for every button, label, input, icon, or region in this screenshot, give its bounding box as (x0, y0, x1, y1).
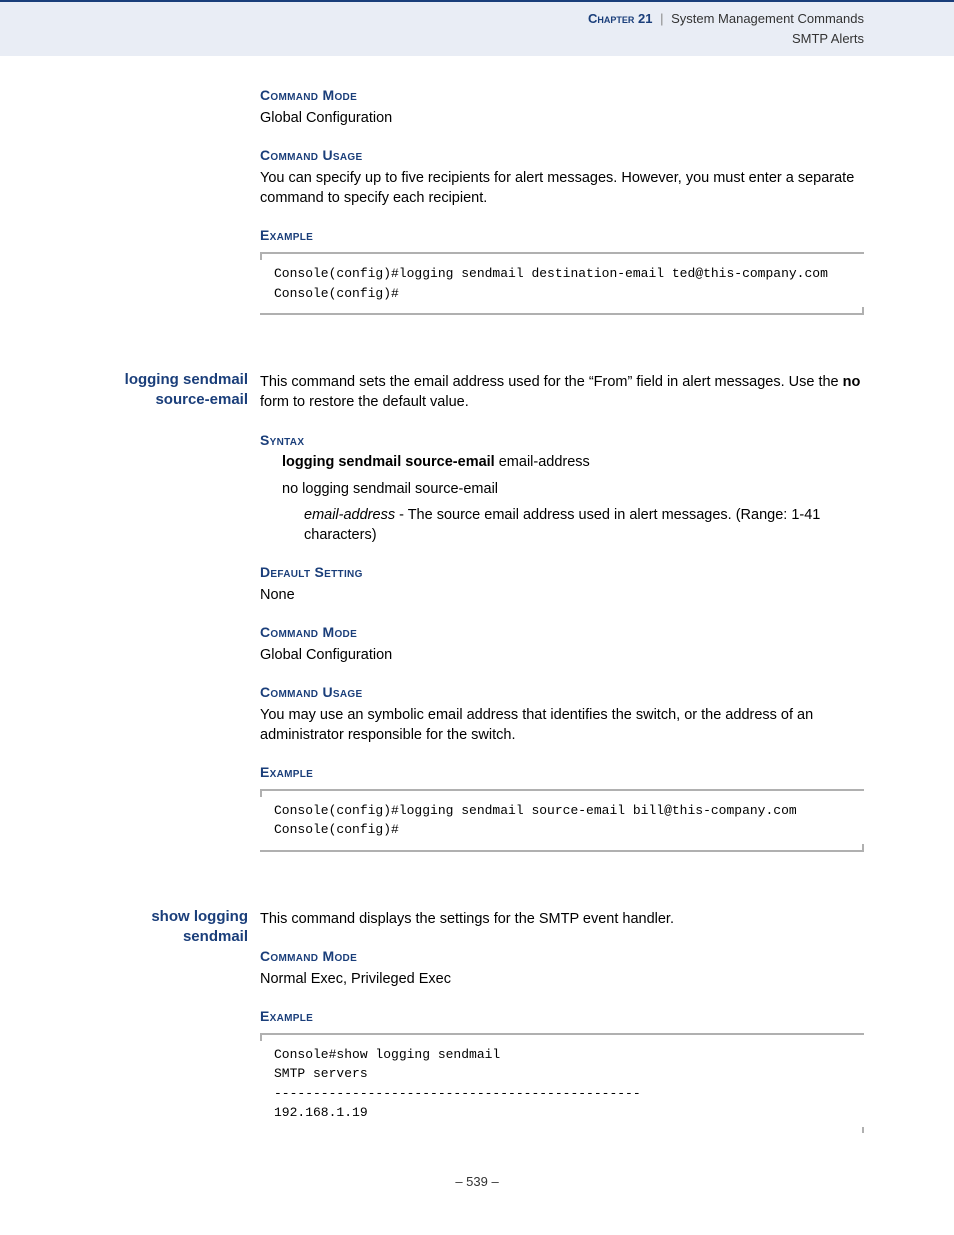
heading-command-usage-2: Command Usage (260, 683, 864, 703)
syntax-param: email-address - The source email address… (304, 505, 864, 546)
code-example-3: Console#show logging sendmail SMTP serve… (260, 1033, 864, 1133)
heading-example-2: Example (260, 763, 864, 783)
text-intro-show-logging: This command displays the settings for t… (260, 909, 864, 929)
chapter-subsection: SMTP Alerts (0, 30, 864, 48)
heading-command-mode-2: Command Mode (260, 623, 864, 643)
text-intro-source-email: This command sets the email address used… (260, 372, 864, 413)
heading-command-mode: Command Mode (260, 86, 864, 106)
text-default: None (260, 585, 864, 605)
syntax-no-line: no logging sendmail source-email (282, 479, 864, 499)
heading-command-usage: Command Usage (260, 146, 864, 166)
text-command-usage-2: You may use an symbolic email address th… (260, 705, 864, 746)
heading-syntax: Syntax (260, 431, 864, 451)
chapter-label: Chapter 21 (588, 11, 652, 26)
text-command-usage: You can specify up to five recipients fo… (260, 168, 864, 209)
chapter-title: System Management Commands (671, 11, 864, 26)
text-command-mode-2: Global Configuration (260, 645, 864, 665)
heading-default: Default Setting (260, 563, 864, 583)
page-number: – 539 – (90, 1173, 864, 1191)
code-example-2: Console(config)#logging sendmail source-… (260, 789, 864, 852)
text-command-mode: Global Configuration (260, 108, 864, 128)
heading-command-mode-3: Command Mode (260, 947, 864, 967)
syntax-line: logging sendmail source-email email-addr… (282, 452, 864, 472)
text-command-mode-3: Normal Exec, Privileged Exec (260, 969, 864, 989)
heading-example-3: Example (260, 1007, 864, 1027)
pipe: | (660, 11, 663, 26)
code-example-1: Console(config)#logging sendmail destina… (260, 252, 864, 315)
command-name-show-logging: show logging sendmail (90, 907, 248, 948)
command-name-source-email: logging sendmail source-email (90, 370, 248, 411)
page-header: Chapter 21 | System Management Commands … (0, 0, 954, 56)
heading-example: Example (260, 226, 864, 246)
